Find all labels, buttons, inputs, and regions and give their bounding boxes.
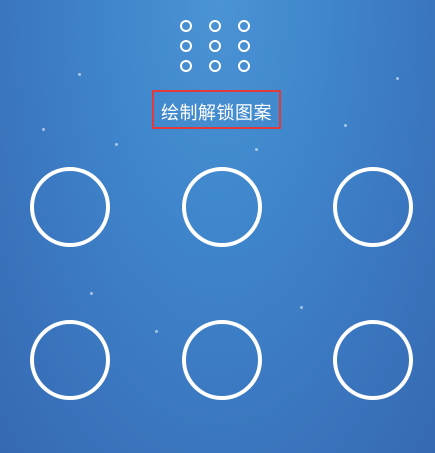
mini-dot (209, 40, 221, 52)
background-star (115, 143, 118, 146)
pattern-node-5[interactable] (182, 320, 262, 400)
page-title: 绘制解锁图案 (161, 103, 272, 124)
background-star (344, 124, 347, 127)
mini-dot (238, 40, 250, 52)
pattern-node-6[interactable] (333, 320, 413, 400)
title-highlight-box: 绘制解锁图案 (152, 90, 281, 129)
background-star (300, 306, 303, 309)
background-star (155, 330, 158, 333)
grid-3x3-dots-icon (180, 20, 254, 80)
background-star (90, 292, 93, 295)
mini-dot (209, 60, 221, 72)
mini-dot (238, 20, 250, 32)
background-star (42, 128, 45, 131)
mini-dot (180, 40, 192, 52)
pattern-node-1[interactable] (30, 167, 110, 247)
pattern-node-3[interactable] (333, 167, 413, 247)
mini-dot (209, 20, 221, 32)
mini-dot (180, 60, 192, 72)
background-star (255, 148, 258, 151)
pattern-node-4[interactable] (30, 320, 110, 400)
pattern-node-2[interactable] (182, 167, 262, 247)
mini-dot (180, 20, 192, 32)
background-star (396, 77, 399, 80)
background-star (78, 73, 81, 76)
mini-dot (238, 60, 250, 72)
lock-screen: 绘制解锁图案 (0, 0, 435, 453)
